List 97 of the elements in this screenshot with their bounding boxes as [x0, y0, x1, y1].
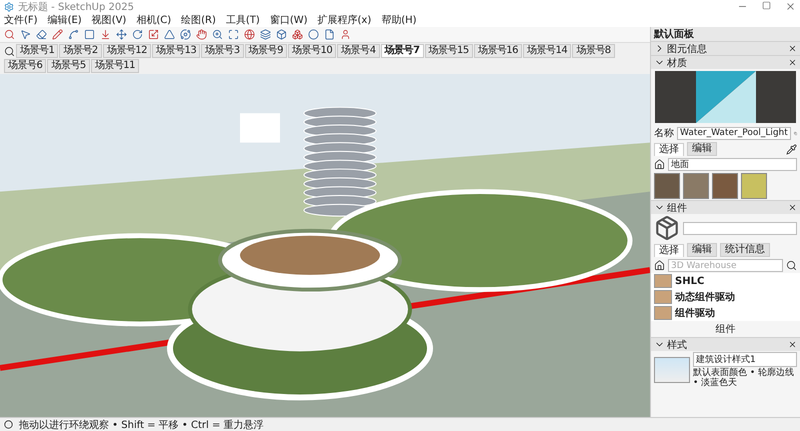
style-description: 默认表面颜色 • 轮廓边线 • 淡蓝色天 [693, 368, 796, 388]
section-title: 组件 [667, 202, 688, 214]
scene-tab[interactable]: 场景号4 [337, 44, 380, 58]
section-title: 样式 [667, 338, 688, 352]
component-name: 动态组件驱动 [675, 290, 735, 304]
scene-tab[interactable]: 场景号12 [102, 44, 151, 58]
component-item[interactable]: SHLC [651, 273, 800, 289]
scene-tab[interactable]: 场景号1 [16, 44, 58, 58]
section-title: 图元信息 [667, 42, 708, 56]
scene-tab[interactable]: 场景号16 [474, 44, 522, 58]
layers-icon[interactable] [260, 29, 271, 40]
search-icon[interactable] [786, 260, 797, 271]
menu-item[interactable]: 文件(F) [4, 13, 38, 27]
section-header[interactable]: 组件 [651, 200, 800, 214]
search-icon[interactable] [4, 46, 15, 56]
orbit-icon[interactable] [180, 29, 191, 40]
scene-tab[interactable]: 场景号3 [201, 44, 244, 58]
eraser-icon[interactable] [36, 29, 47, 40]
close-icon[interactable] [788, 58, 797, 67]
curve-icon[interactable] [68, 29, 79, 40]
footer-label: 组件 [714, 323, 736, 337]
scene-tab[interactable]: 场景号14 [523, 44, 572, 58]
menu-item[interactable]: 帮助(H) [381, 13, 417, 27]
move-icon[interactable] [116, 29, 127, 40]
section-header[interactable]: 图元信息 [651, 41, 800, 55]
scene-tab[interactable]: 场景号6 [4, 59, 46, 73]
globe-icon[interactable] [244, 29, 255, 40]
tab[interactable]: 编辑 [687, 142, 717, 156]
tab[interactable]: 选择 [654, 142, 684, 156]
component-thumbnail [654, 290, 672, 304]
name-label: 名称 [654, 127, 674, 140]
rectangle-icon[interactable] [84, 29, 95, 40]
hand-icon[interactable] [196, 29, 207, 40]
pencil-icon[interactable] [52, 29, 63, 40]
menu-item[interactable]: 视图(V) [92, 13, 126, 27]
rotate-icon[interactable] [132, 29, 143, 40]
scene-tab[interactable]: 场景号13 [152, 44, 200, 58]
tab[interactable]: 统计信息 [720, 243, 770, 257]
scene-tab[interactable]: 场景号7 [380, 44, 424, 58]
section-header[interactable]: 材质 [651, 55, 800, 69]
material-swatch[interactable] [683, 173, 709, 199]
status-text: 拖动以进行环绕观察 • Shift = 平移 • Ctrl = 重力悬浮 [19, 418, 264, 431]
material-swatch[interactable] [654, 173, 680, 199]
document-icon[interactable] [324, 29, 335, 40]
tab[interactable]: 选择 [654, 244, 684, 256]
menu-item[interactable]: 工具(T) [226, 13, 260, 27]
material-swatch[interactable] [741, 173, 767, 199]
component-item[interactable]: 动态组件驱动 [651, 289, 800, 305]
close-icon[interactable] [785, 1, 796, 12]
home-icon[interactable] [654, 260, 665, 271]
eyedropper-icon[interactable] [786, 144, 797, 154]
zoom-icon[interactable] [4, 29, 15, 40]
scene-tab[interactable]: 场景号5 [47, 59, 90, 73]
box-icon[interactable] [276, 29, 287, 40]
scene-tab[interactable]: 场景号15 [424, 44, 473, 58]
close-icon[interactable] [788, 203, 797, 212]
close-icon[interactable] [788, 340, 797, 349]
tab[interactable]: 编辑 [687, 243, 717, 257]
window-title: 无标题 - SketchUp 2025 [18, 0, 134, 14]
component-thumbnail [654, 274, 672, 288]
library-dropdown[interactable]: 地面 [668, 158, 797, 171]
water-texture-drawing [696, 71, 756, 123]
zoom-extents-icon[interactable] [228, 29, 239, 40]
app-icon [4, 2, 14, 12]
material-swatch[interactable] [712, 173, 738, 199]
style-thumbnail [654, 357, 690, 383]
menu-item[interactable]: 相机(C) [136, 13, 172, 27]
zoom-in-icon[interactable] [212, 29, 223, 40]
circle-icon[interactable] [308, 29, 319, 40]
scene-tab[interactable]: 场景号8 [572, 44, 615, 58]
triangle-icon[interactable] [164, 29, 175, 40]
tray-title: 默认面板 [654, 28, 694, 41]
menu-item[interactable]: 绘图(R) [181, 13, 216, 27]
boxes-icon[interactable] [292, 29, 303, 40]
close-icon[interactable] [788, 44, 797, 53]
description-field[interactable] [683, 222, 797, 234]
component-item[interactable]: 组件驱动 [651, 305, 800, 321]
section-title: 材质 [667, 56, 688, 70]
component-name: SHLC [675, 276, 704, 286]
home-icon[interactable] [654, 159, 665, 170]
menu-item[interactable]: 扩展程序(x) [318, 13, 372, 27]
menu-item[interactable]: 窗口(W) [270, 13, 308, 27]
name-field[interactable]: Water_Water_Pool_Light [677, 126, 791, 140]
user-icon[interactable] [340, 29, 351, 40]
scene-tab[interactable]: 场景号10 [288, 44, 336, 58]
component-name: 组件驱动 [675, 306, 715, 320]
push-pull-icon[interactable] [100, 29, 111, 40]
section-header[interactable]: 样式 [651, 337, 800, 351]
scene-tab[interactable]: 场景号9 [244, 44, 287, 58]
style-name-field[interactable]: 建筑设计样式1 [693, 352, 797, 367]
component-thumbnail [654, 306, 672, 320]
menu-item[interactable]: 编辑(E) [48, 13, 82, 27]
scale-icon[interactable] [148, 29, 159, 40]
scene-tab[interactable]: 场景号11 [90, 59, 139, 73]
select-icon[interactable] [20, 29, 31, 40]
maximize-icon[interactable] [762, 1, 771, 10]
scene-tab[interactable]: 场景号2 [59, 44, 102, 58]
